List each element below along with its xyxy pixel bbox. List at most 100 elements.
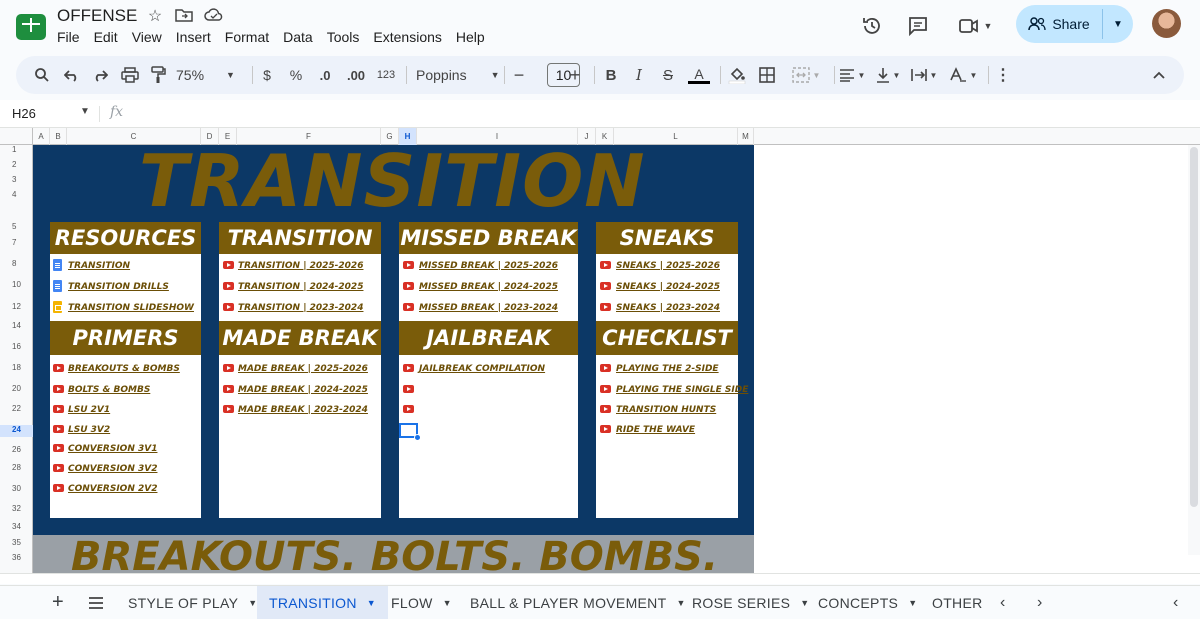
- row-header[interactable]: 5: [0, 222, 33, 231]
- avatar[interactable]: [1152, 9, 1181, 38]
- menu-edit[interactable]: Edit: [94, 29, 118, 45]
- row-header[interactable]: 10: [0, 280, 33, 289]
- all-sheets-icon[interactable]: [78, 586, 114, 619]
- percent-format-button[interactable]: %: [287, 56, 305, 94]
- decrease-font-size-button[interactable]: −: [512, 56, 526, 94]
- more-options-icon[interactable]: ⋮: [995, 56, 1011, 94]
- row-header[interactable]: 8: [0, 259, 33, 268]
- row-header[interactable]: 12: [0, 302, 33, 311]
- horizontal-align-icon[interactable]: ▼: [836, 56, 868, 94]
- row-header[interactable]: 34: [0, 522, 33, 531]
- video-link[interactable]: LSU 2V1: [68, 405, 110, 415]
- decrease-decimal-button[interactable]: .0: [314, 56, 336, 94]
- resource-link[interactable]: TRANSITION DRILLS: [68, 282, 169, 292]
- print-icon[interactable]: [118, 56, 142, 94]
- meet-call-icon[interactable]: ▼: [953, 10, 997, 42]
- resource-link[interactable]: TRANSITION SLIDESHOW: [68, 303, 194, 313]
- video-link[interactable]: MADE BREAK | 2024-2025: [238, 385, 368, 395]
- row-header[interactable]: 16: [0, 342, 33, 351]
- vertical-scrollbar[interactable]: [1188, 145, 1200, 555]
- column-header-a[interactable]: A: [33, 128, 50, 145]
- name-box[interactable]: H26: [12, 106, 36, 121]
- tab-dropdown-icon[interactable]: ▼: [367, 598, 376, 608]
- video-link[interactable]: JAILBREAK COMPILATION: [419, 364, 545, 374]
- tab-dropdown-icon[interactable]: ▼: [908, 598, 917, 608]
- video-link[interactable]: TRANSITION | 2023-2024: [238, 303, 363, 313]
- currency-format-button[interactable]: $: [258, 56, 276, 94]
- strikethrough-icon[interactable]: S: [660, 56, 676, 94]
- move-folder-icon[interactable]: [174, 7, 194, 27]
- video-link[interactable]: MISSED BREAK | 2025-2026: [419, 261, 558, 271]
- paint-format-icon[interactable]: [146, 56, 170, 94]
- menu-help[interactable]: Help: [456, 29, 485, 45]
- row-header[interactable]: 20: [0, 384, 33, 393]
- video-link[interactable]: BREAKOUTS & BOMBS: [68, 364, 180, 374]
- video-link[interactable]: PLAYING THE 2-SIDE: [616, 364, 719, 374]
- row-header[interactable]: 30: [0, 484, 33, 493]
- tab-transition[interactable]: TRANSITION ▼: [257, 586, 388, 619]
- collapse-toolbar-icon[interactable]: [1150, 56, 1168, 94]
- video-link[interactable]: MISSED BREAK | 2023-2024: [419, 303, 558, 313]
- youtube-icon[interactable]: [403, 405, 414, 413]
- row-header-selected[interactable]: 24: [0, 425, 33, 437]
- comments-icon[interactable]: [902, 10, 934, 42]
- vertical-scroll-thumb[interactable]: [1190, 147, 1198, 507]
- row-header[interactable]: 3: [0, 175, 33, 184]
- share-main[interactable]: Share: [1016, 5, 1102, 43]
- video-link[interactable]: SNEAKS | 2024-2025: [616, 282, 720, 292]
- tab-concepts[interactable]: CONCEPTS ▼: [808, 586, 927, 619]
- text-rotation-icon[interactable]: ▼: [946, 56, 980, 94]
- video-link[interactable]: TRANSITION HUNTS: [616, 405, 716, 415]
- menu-data[interactable]: Data: [283, 29, 313, 45]
- resource-link[interactable]: TRANSITION: [68, 261, 130, 271]
- video-link[interactable]: LSU 3V2: [68, 425, 110, 435]
- video-link[interactable]: SNEAKS | 2023-2024: [616, 303, 720, 313]
- row-header[interactable]: 28: [0, 463, 33, 472]
- column-header-m[interactable]: M: [738, 128, 754, 145]
- vertical-align-icon[interactable]: ▼: [872, 56, 904, 94]
- menu-extensions[interactable]: Extensions: [373, 29, 441, 45]
- video-link[interactable]: MADE BREAK | 2023-2024: [238, 405, 368, 415]
- share-dropdown-icon[interactable]: ▼: [1104, 5, 1132, 43]
- font-family-select[interactable]: Poppins ▼: [416, 56, 500, 94]
- number-format-button[interactable]: 123: [374, 56, 398, 94]
- name-box-dropdown-icon[interactable]: ▼: [80, 106, 90, 117]
- select-all-corner[interactable]: [0, 128, 33, 145]
- row-header[interactable]: 35: [0, 538, 33, 547]
- row-header[interactable]: 26: [0, 445, 33, 454]
- increase-decimal-button[interactable]: .00: [342, 56, 370, 94]
- video-link[interactable]: BOLTS & BOMBS: [68, 385, 150, 395]
- tab-style-of-play[interactable]: STYLE OF PLAY ▼: [118, 586, 267, 619]
- fill-color-icon[interactable]: [728, 56, 746, 94]
- row-header[interactable]: 4: [0, 190, 33, 199]
- row-header[interactable]: 7: [0, 238, 33, 247]
- sheets-logo-icon[interactable]: [16, 14, 46, 40]
- version-history-icon[interactable]: [856, 10, 888, 42]
- cloud-status-icon[interactable]: [204, 7, 224, 27]
- tab-flow[interactable]: FLOW ▼: [381, 586, 462, 619]
- document-title[interactable]: OFFENSE: [57, 6, 137, 26]
- menu-tools[interactable]: Tools: [327, 29, 360, 45]
- star-icon[interactable]: ☆: [145, 7, 165, 27]
- tab-ball-player-movement[interactable]: BALL & PLAYER MOVEMENT ▼: [460, 586, 696, 619]
- row-header[interactable]: 14: [0, 321, 33, 330]
- spreadsheet-grid[interactable]: A B C D E F G H I J K L M 1 2 3 4 5 7 8 …: [0, 128, 1200, 578]
- tab-other[interactable]: OTHER: [922, 586, 993, 619]
- scroll-tabs-left-icon[interactable]: ‹: [990, 586, 1016, 619]
- video-link[interactable]: MISSED BREAK | 2024-2025: [419, 282, 558, 292]
- video-link[interactable]: MADE BREAK | 2025-2026: [238, 364, 368, 374]
- increase-font-size-button[interactable]: +: [568, 56, 582, 94]
- text-color-icon[interactable]: A: [688, 56, 710, 94]
- video-link[interactable]: TRANSITION | 2024-2025: [238, 282, 363, 292]
- redo-icon[interactable]: [88, 56, 112, 94]
- row-header[interactable]: 1: [0, 145, 33, 154]
- borders-icon[interactable]: [758, 56, 776, 94]
- row-header[interactable]: 32: [0, 504, 33, 513]
- video-link[interactable]: PLAYING THE SINGLE SIDE: [616, 385, 748, 395]
- menu-insert[interactable]: Insert: [176, 29, 211, 45]
- tab-rose-series[interactable]: ROSE SERIES ▼: [682, 586, 819, 619]
- fill-handle[interactable]: [414, 434, 421, 441]
- row-header[interactable]: 36: [0, 553, 33, 562]
- italic-icon[interactable]: I: [632, 56, 646, 94]
- search-menus-icon[interactable]: [30, 56, 54, 94]
